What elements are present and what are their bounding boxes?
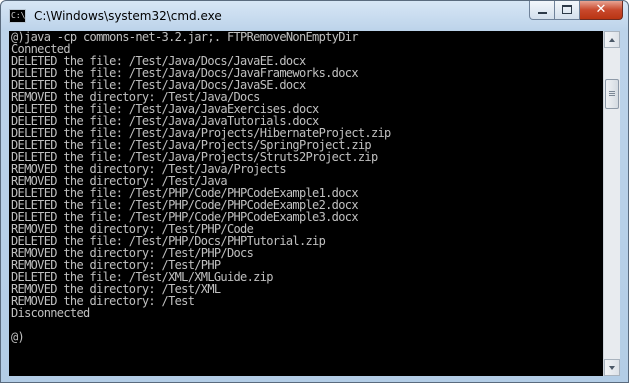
maximize-icon [562,5,572,14]
console-line: @) [11,330,25,344]
scroll-up-arrow-icon [609,38,615,42]
console-line: @)java -cp commons-net-3.2.jar;. FTPRemo… [11,31,359,44]
maximize-button[interactable] [555,1,580,20]
scroll-down-button[interactable] [604,359,620,376]
thumb-grip [609,93,615,94]
console-output[interactable]: @)java -cp commons-net-3.2.jar;. FTPRemo… [9,31,603,376]
scrollbar-thumb[interactable] [605,79,619,109]
cmd-icon[interactable]: C:\ [9,9,26,23]
minimize-icon [538,12,547,14]
window-controls: ✕ [529,1,623,22]
cmd-window: C:\ C:\Windows\system32\cmd.exe ✕ @)java… [0,0,629,383]
close-button[interactable]: ✕ [580,1,623,20]
vertical-scrollbar[interactable] [603,31,620,376]
thumb-grip [609,95,615,96]
console-line: Disconnected [11,306,90,320]
title-bar[interactable]: C:\ C:\Windows\system32\cmd.exe ✕ [1,1,628,31]
minimize-button[interactable] [529,1,555,20]
window-title: C:\Windows\system32\cmd.exe [34,9,222,23]
scroll-down-arrow-icon [609,366,615,370]
close-icon: ✕ [595,2,607,17]
thumb-grip [609,91,615,92]
scroll-up-button[interactable] [604,31,620,48]
console-line: REMOVED the directory: /Test [11,294,195,308]
